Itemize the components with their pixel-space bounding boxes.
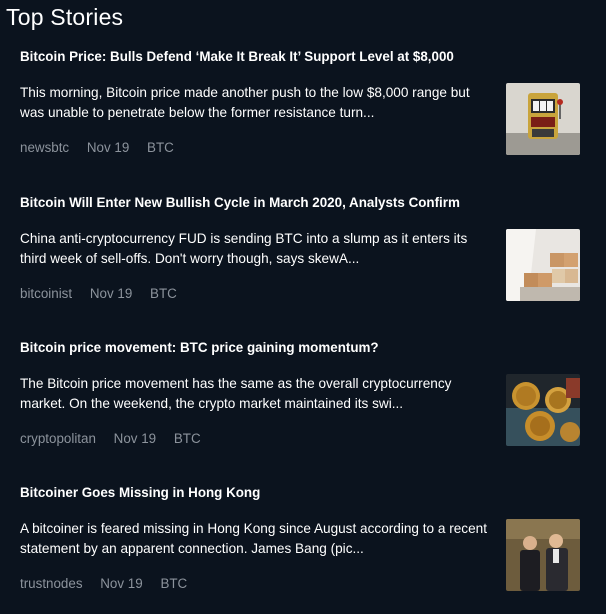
story-item[interactable]: Bitcoin Price: Bulls Defend ‘Make It Bre… [20,48,586,188]
story-source: bitcoinist [20,286,73,301]
year-blocks-image[interactable] [506,229,580,301]
story-title[interactable]: Bitcoiner Goes Missing in Hong Kong [20,484,500,502]
story-title[interactable]: Bitcoin price movement: BTC price gainin… [20,339,500,357]
story-meta: bitcoinist Nov 19 BTC [20,286,191,301]
story-ticker: BTC [147,140,174,155]
people-photo-image[interactable] [506,519,580,591]
section-title: Top Stories [6,4,124,30]
story-excerpt: A bitcoiner is feared missing in Hong Ko… [20,521,487,556]
story-source: cryptopolitan [20,431,96,446]
story-ticker: BTC [150,286,177,301]
story-item[interactable]: Bitcoin Will Enter New Bullish Cycle in … [20,194,586,334]
story-meta: newsbtc Nov 19 BTC [20,140,188,155]
story-source: trustnodes [20,576,83,591]
top-stories-panel: Top Stories Bitcoin Price: Bulls Defend … [0,0,606,614]
bitcoin-coins-image[interactable] [506,374,580,446]
story-meta: cryptopolitan Nov 19 BTC [20,431,215,446]
story-item[interactable]: Bitcoiner Goes Missing in Hong Kong A bi… [20,484,586,614]
story-item[interactable]: Bitcoin price movement: BTC price gainin… [20,339,586,479]
slot-machine-image[interactable] [506,83,580,155]
story-ticker: BTC [160,576,188,591]
story-source: newsbtc [20,140,70,155]
story-date: Nov 19 [86,140,130,155]
story-meta: trustnodes Nov 19 BTC [20,576,201,591]
story-excerpt: China anti-cryptocurrency FUD is sending… [20,231,468,266]
story-ticker: BTC [173,431,201,446]
story-excerpt: This morning, Bitcoin price made another… [20,85,470,120]
story-title[interactable]: Bitcoin Will Enter New Bullish Cycle in … [20,194,500,212]
story-title[interactable]: Bitcoin Price: Bulls Defend ‘Make It Bre… [20,48,500,66]
story-date: Nov 19 [89,286,133,301]
story-excerpt: The Bitcoin price movement has the same … [20,376,452,411]
story-date: Nov 19 [113,431,157,446]
story-date: Nov 19 [100,576,143,591]
